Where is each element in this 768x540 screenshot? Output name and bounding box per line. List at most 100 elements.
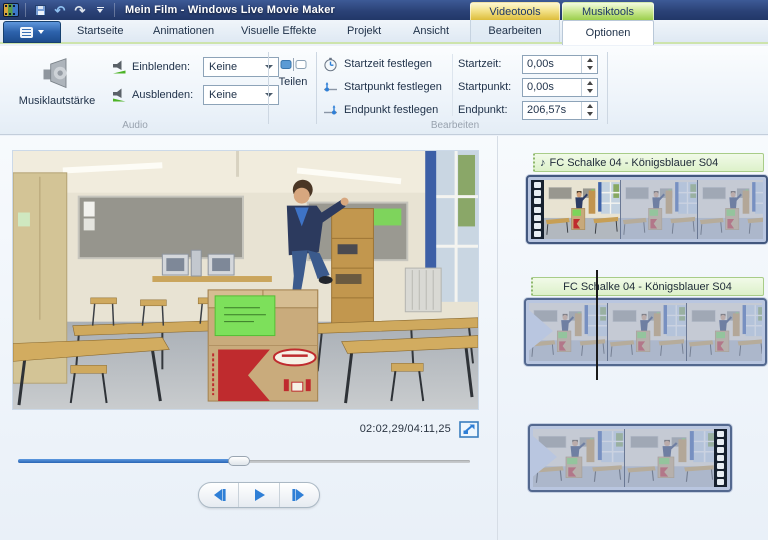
playhead[interactable]: [596, 270, 598, 380]
seek-bar[interactable]: [18, 455, 470, 467]
movie-maker-window: ↶ ↷ Mein Film - Windows Live Movie Maker…: [0, 0, 768, 540]
toolbar-separator: [114, 3, 115, 17]
group-divider: [268, 52, 269, 124]
start-time-field-row: Startzeit:: [458, 54, 598, 74]
end-point-field-row: Endpunkt:: [458, 100, 598, 120]
tab-ansicht[interactable]: Ansicht: [400, 20, 462, 42]
fullscreen-icon[interactable]: [459, 421, 479, 438]
spin-up-icon[interactable]: [582, 79, 597, 88]
set-start-point-button[interactable]: Startpunkt festlegen: [320, 77, 445, 97]
fade-in-row: Einblenden: Keine: [112, 56, 279, 77]
fade-in-label: Einblenden:: [132, 61, 198, 73]
start-point-input[interactable]: [523, 79, 581, 96]
start-time-spinbox: [522, 55, 598, 74]
seek-thumb[interactable]: [228, 456, 250, 466]
end-point-label: Endpunkt:: [458, 104, 522, 116]
customize-toolbar-icon[interactable]: [92, 3, 108, 18]
fade-in-speaker-icon: [112, 59, 127, 75]
clip-1-frames: [544, 180, 763, 239]
toolbar-separator: [25, 3, 26, 17]
tab-animationen[interactable]: Animationen: [140, 20, 227, 42]
movie-maker-app-icon[interactable]: [3, 3, 19, 17]
audio-group-label: Audio: [70, 120, 200, 131]
fade-out-speaker-icon: [112, 87, 127, 103]
music-track-label[interactable]: FC Schalke 04 - Königsblauer S04: [531, 277, 764, 296]
start-point-spinner: [581, 79, 597, 96]
split-button[interactable]: Teilen: [272, 50, 314, 116]
tab-optionen[interactable]: Optionen: [562, 20, 654, 45]
tab-startseite[interactable]: Startseite: [64, 20, 136, 42]
menu-icon: [20, 27, 33, 38]
spin-down-icon[interactable]: [582, 87, 597, 96]
clip-3-frames: [533, 429, 714, 487]
set-start-time-icon: [323, 57, 338, 72]
timecode-row: 02:02,29/04:11,25: [12, 419, 479, 439]
titlebar: ↶ ↷ Mein Film - Windows Live Movie Maker…: [0, 0, 768, 20]
set-end-point-label: Endpunkt festlegen: [344, 104, 438, 116]
seek-progress: [18, 459, 239, 463]
music-track-label[interactable]: ♪ FC Schalke 04 - Königsblauer S04: [533, 153, 764, 172]
clip-2[interactable]: [524, 298, 767, 366]
contextual-header-videotools[interactable]: Videotools: [470, 2, 560, 20]
clip-3[interactable]: [528, 424, 732, 492]
group-divider: [452, 54, 453, 116]
set-start-point-icon: [323, 80, 338, 95]
split-label: Teilen: [279, 76, 308, 88]
filmstrip-sprockets-icon: [531, 180, 544, 239]
tab-visuelle-effekte[interactable]: Visuelle Effekte: [228, 20, 329, 42]
spin-down-icon[interactable]: [582, 64, 597, 73]
music-volume-button[interactable]: Musiklautstärke: [8, 50, 106, 116]
end-point-input[interactable]: [523, 102, 581, 119]
previous-frame-button[interactable]: [199, 483, 238, 507]
music-note-icon: ♪: [540, 157, 546, 169]
spin-down-icon[interactable]: [582, 110, 597, 119]
fade-out-row: Ausblenden: Keine: [112, 84, 279, 105]
next-frame-icon: [289, 485, 309, 505]
split-clip-icon: [280, 56, 307, 73]
set-start-time-label: Startzeit festlegen: [344, 58, 432, 70]
music-track-title: FC Schalke 04 - Königsblauer S04: [550, 157, 719, 169]
play-icon: [249, 485, 269, 505]
previous-frame-icon: [209, 485, 229, 505]
start-point-field-row: Startpunkt:: [458, 77, 598, 97]
end-point-spinbox: [522, 101, 598, 120]
speaker-icon: [38, 56, 76, 92]
transport-controls: [198, 482, 320, 508]
ribbon: Musiklautstärke Einblenden: Keine Ausble…: [0, 46, 768, 135]
redo-icon[interactable]: ↷: [72, 3, 88, 18]
content-area: 02:02,29/04:11,25: [0, 136, 768, 540]
set-end-point-icon: [323, 103, 338, 118]
clip-2-frames: [529, 303, 762, 361]
save-icon[interactable]: [32, 3, 48, 18]
fade-in-value: Keine: [209, 61, 237, 73]
clip-1[interactable]: [526, 175, 768, 244]
start-point-spinbox: [522, 78, 598, 97]
start-point-label: Startpunkt:: [458, 81, 522, 93]
set-start-point-label: Startpunkt festlegen: [344, 81, 442, 93]
ribbon-menu-button[interactable]: [3, 21, 61, 43]
group-divider: [316, 52, 317, 124]
tab-projekt[interactable]: Projekt: [334, 20, 394, 42]
start-time-spinner: [581, 56, 597, 73]
window-title: Mein Film - Windows Live Movie Maker: [125, 4, 335, 16]
fade-out-value: Keine: [209, 89, 237, 101]
set-end-point-button[interactable]: Endpunkt festlegen: [320, 100, 441, 120]
spin-up-icon[interactable]: [582, 102, 597, 111]
spin-up-icon[interactable]: [582, 56, 597, 65]
fade-out-label: Ausblenden:: [132, 89, 198, 101]
music-volume-label: Musiklautstärke: [19, 95, 95, 107]
music-track-title: FC Schalke 04 - Königsblauer S04: [563, 281, 732, 293]
play-button[interactable]: [238, 483, 278, 507]
video-preview[interactable]: [12, 150, 479, 410]
tab-bearbeiten[interactable]: Bearbeiten: [470, 20, 560, 42]
panel-divider: [497, 136, 498, 540]
start-time-input[interactable]: [523, 56, 581, 73]
filmstrip-sprockets-icon: [714, 429, 727, 487]
contextual-header-musiktools[interactable]: Musiktools: [562, 2, 654, 20]
group-divider: [607, 52, 608, 124]
timecode: 02:02,29/04:11,25: [360, 423, 451, 435]
undo-icon[interactable]: ↶: [52, 3, 68, 18]
next-frame-button[interactable]: [279, 483, 319, 507]
set-start-time-button[interactable]: Startzeit festlegen: [320, 54, 435, 74]
ribbon-tabstrip: Startseite Animationen Visuelle Effekte …: [0, 20, 768, 44]
